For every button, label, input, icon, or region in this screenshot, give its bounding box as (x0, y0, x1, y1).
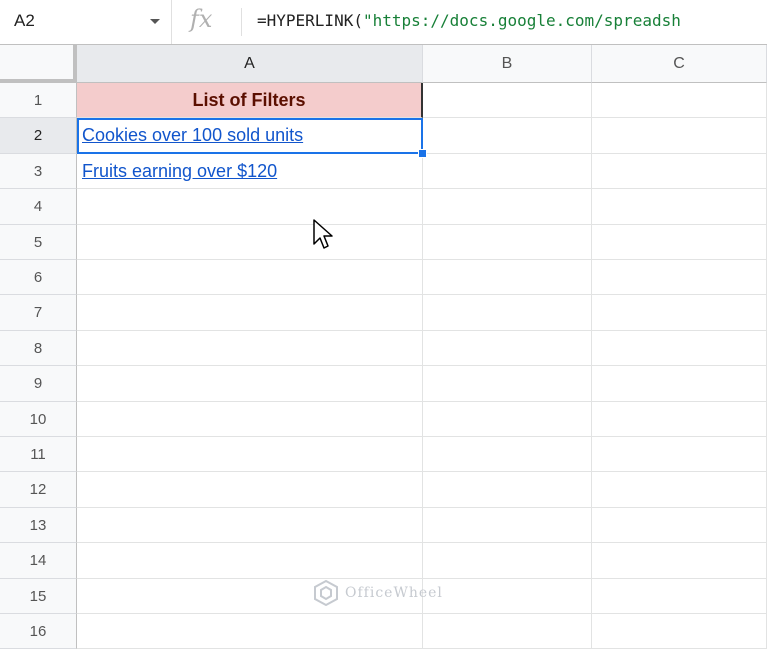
cell-b3[interactable] (423, 153, 592, 190)
cell-a1[interactable]: List of Filters (77, 83, 423, 119)
cell-a16[interactable] (77, 614, 423, 649)
cell-b2[interactable] (423, 118, 592, 154)
formula-string: "https://docs.google.com/spreadsh (362, 11, 681, 30)
cell-b8[interactable] (423, 330, 592, 367)
fx-icon: fx (190, 5, 213, 33)
cell-b11[interactable] (423, 437, 592, 473)
cell-b10[interactable] (423, 401, 592, 437)
cell-c11[interactable] (592, 437, 767, 473)
row-header-11[interactable]: 11 (0, 437, 77, 473)
cell-c3[interactable] (592, 153, 767, 190)
row-header-16[interactable]: 16 (0, 614, 77, 649)
cell-c2[interactable] (592, 118, 767, 154)
divider (241, 8, 242, 36)
name-box[interactable]: A2 (0, 0, 172, 44)
cell-a10[interactable] (77, 401, 423, 437)
cell-b6[interactable] (423, 260, 592, 296)
formula-bar: A2 fx =HYPERLINK("https://docs.google.co… (0, 0, 767, 45)
row-header-10[interactable]: 10 (0, 401, 77, 437)
row-header-12[interactable]: 12 (0, 472, 77, 508)
row-header-2[interactable]: 2 (0, 118, 77, 154)
row-header-1[interactable]: 1 (0, 83, 77, 119)
mouse-pointer-icon (312, 218, 336, 257)
cell-b5[interactable] (423, 224, 592, 260)
cell-b9[interactable] (423, 366, 592, 402)
name-box-value: A2 (14, 11, 35, 30)
cell-a3[interactable]: Fruits earning over $120 (77, 153, 423, 190)
hyperlink[interactable]: Cookies over 100 sold units (77, 125, 303, 145)
cell-c6[interactable] (592, 260, 767, 296)
cell-c13[interactable] (592, 507, 767, 544)
cell-a14[interactable] (77, 543, 423, 579)
row-header-4[interactable]: 4 (0, 189, 77, 225)
cell-a12[interactable] (77, 472, 423, 508)
row-header-15[interactable]: 15 (0, 578, 77, 614)
watermark-logo: OfficeWheel (313, 580, 443, 606)
cell-b1[interactable] (423, 83, 592, 119)
cell-c9[interactable] (592, 366, 767, 402)
row-header-7[interactable]: 7 (0, 295, 77, 331)
hyperlink[interactable]: Fruits earning over $120 (77, 161, 277, 181)
cell-a9[interactable] (77, 366, 423, 402)
cell-b4[interactable] (423, 189, 592, 225)
cell-c10[interactable] (592, 401, 767, 437)
select-all-corner[interactable] (0, 45, 77, 83)
row-header-13[interactable]: 13 (0, 507, 77, 544)
column-header-a[interactable]: A (77, 45, 423, 83)
cell-c7[interactable] (592, 295, 767, 331)
cell-b7[interactable] (423, 295, 592, 331)
cell-a13[interactable] (77, 507, 423, 544)
column-header-b[interactable]: B (423, 45, 592, 83)
cell-b12[interactable] (423, 472, 592, 508)
cell-c16[interactable] (592, 614, 767, 649)
row-header-9[interactable]: 9 (0, 366, 77, 402)
cell-b13[interactable] (423, 507, 592, 544)
cell-c1[interactable] (592, 83, 767, 119)
cell-a5[interactable] (77, 224, 423, 260)
cell-a8[interactable] (77, 330, 423, 367)
formula-input[interactable]: =HYPERLINK("https://docs.google.com/spre… (257, 11, 767, 30)
row-header-8[interactable]: 8 (0, 330, 77, 367)
cell-a2[interactable]: Cookies over 100 sold units (77, 118, 423, 154)
formula-prefix: =HYPERLINK( (257, 11, 363, 30)
cell-b14[interactable] (423, 543, 592, 579)
watermark-text: OfficeWheel (345, 585, 443, 601)
officewheel-logo-icon (314, 580, 338, 606)
cell-a7[interactable] (77, 295, 423, 331)
cell-c8[interactable] (592, 330, 767, 367)
row-header-14[interactable]: 14 (0, 543, 77, 579)
column-header-c[interactable]: C (592, 45, 767, 83)
chevron-down-icon[interactable] (147, 13, 163, 29)
cell-c12[interactable] (592, 472, 767, 508)
row-header-3[interactable]: 3 (0, 153, 77, 190)
row-header-5[interactable]: 5 (0, 224, 77, 260)
cell-c5[interactable] (592, 224, 767, 260)
cell-c14[interactable] (592, 543, 767, 579)
row-header-6[interactable]: 6 (0, 260, 77, 296)
cell-a6[interactable] (77, 260, 423, 296)
cell-a4[interactable] (77, 189, 423, 225)
cell-b16[interactable] (423, 614, 592, 649)
cell-c4[interactable] (592, 189, 767, 225)
fill-handle[interactable] (418, 148, 427, 158)
cell-b15[interactable] (423, 578, 592, 614)
cell-a11[interactable] (77, 437, 423, 473)
cell-c15[interactable] (592, 578, 767, 614)
